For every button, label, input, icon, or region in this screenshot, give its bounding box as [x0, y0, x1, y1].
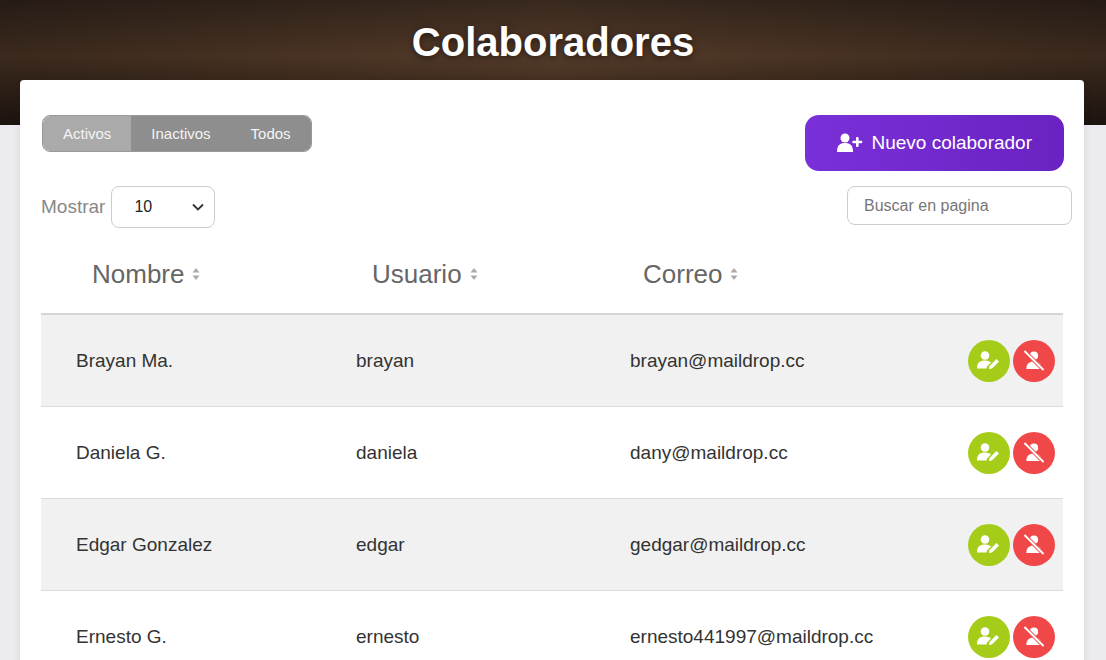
- search-input[interactable]: [847, 186, 1072, 225]
- table-row: Brayan Ma.brayanbrayan@maildrop.cc: [41, 315, 1063, 407]
- user-plus-icon: [837, 133, 863, 153]
- email-cell: ernesto441997@maildrop.cc: [608, 626, 953, 648]
- page-size-select[interactable]: 10: [111, 186, 215, 228]
- toolbar: ActivosInactivosTodos Nuevo colaborador: [41, 115, 1063, 171]
- email-cell: gedgar@maildrop.cc: [608, 534, 953, 556]
- sort-icon: [470, 267, 478, 281]
- row-actions: [953, 616, 1063, 658]
- page: Colaboradores ActivosInactivosTodos Nuevo …: [0, 0, 1106, 660]
- deactivate-button[interactable]: [1013, 616, 1055, 658]
- edit-button[interactable]: [968, 616, 1010, 658]
- row-actions: [953, 340, 1063, 382]
- table-row: Daniela G.danieladany@maildrop.cc: [41, 407, 1063, 499]
- collaborators-table: NombreUsuarioCorreoBrayan Ma.brayanbraya…: [41, 235, 1063, 660]
- user-slash-icon: [1022, 626, 1046, 647]
- name-cell: Daniela G.: [41, 442, 321, 464]
- row-actions: [953, 524, 1063, 566]
- content-card: ActivosInactivosTodos Nuevo colaborador Mo…: [20, 80, 1084, 660]
- deactivate-button[interactable]: [1013, 340, 1055, 382]
- user-slash-icon: [1022, 534, 1046, 555]
- edit-button[interactable]: [968, 340, 1010, 382]
- row-actions: [953, 432, 1063, 474]
- user-slash-icon: [1022, 442, 1046, 463]
- edit-button[interactable]: [968, 524, 1010, 566]
- page-size-label: Mostrar: [41, 196, 105, 218]
- page-title: Colaboradores: [412, 14, 694, 125]
- filter-tabs: ActivosInactivosTodos: [42, 115, 312, 152]
- name-cell: Edgar Gonzalez: [41, 534, 321, 556]
- sort-icon: [192, 267, 200, 281]
- deactivate-button[interactable]: [1013, 524, 1055, 566]
- edit-button[interactable]: [968, 432, 1010, 474]
- user-edit-icon: [977, 626, 1001, 647]
- filter-tab[interactable]: Activos: [43, 116, 131, 151]
- email-cell: dany@maildrop.cc: [608, 442, 953, 464]
- column-header[interactable]: Correo: [608, 259, 953, 290]
- column-header[interactable]: Usuario: [321, 259, 608, 290]
- user-cell: ernesto: [321, 626, 608, 648]
- page-size: Mostrar 10: [41, 186, 215, 228]
- user-cell: edgar: [321, 534, 608, 556]
- sort-icon: [730, 267, 738, 281]
- table-row: Ernesto G.ernestoernesto441997@maildrop.…: [41, 591, 1063, 660]
- user-cell: brayan: [321, 350, 608, 372]
- chevron-down-icon: [192, 203, 204, 211]
- user-slash-icon: [1022, 350, 1046, 371]
- table-controls: Mostrar 10: [41, 186, 1072, 228]
- user-cell: daniela: [321, 442, 608, 464]
- name-cell: Ernesto G.: [41, 626, 321, 648]
- filter-tab[interactable]: Todos: [231, 116, 311, 151]
- user-edit-icon: [977, 442, 1001, 463]
- column-header[interactable]: Nombre: [41, 259, 321, 290]
- email-cell: brayan@maildrop.cc: [608, 350, 953, 372]
- deactivate-button[interactable]: [1013, 432, 1055, 474]
- filter-tab[interactable]: Inactivos: [131, 116, 230, 151]
- table-header: NombreUsuarioCorreo: [41, 235, 1063, 315]
- user-edit-icon: [977, 534, 1001, 555]
- name-cell: Brayan Ma.: [41, 350, 321, 372]
- new-collaborator-button[interactable]: Nuevo colaborador: [805, 115, 1064, 171]
- table-row: Edgar Gonzalezedgargedgar@maildrop.cc: [41, 499, 1063, 591]
- user-edit-icon: [977, 350, 1001, 371]
